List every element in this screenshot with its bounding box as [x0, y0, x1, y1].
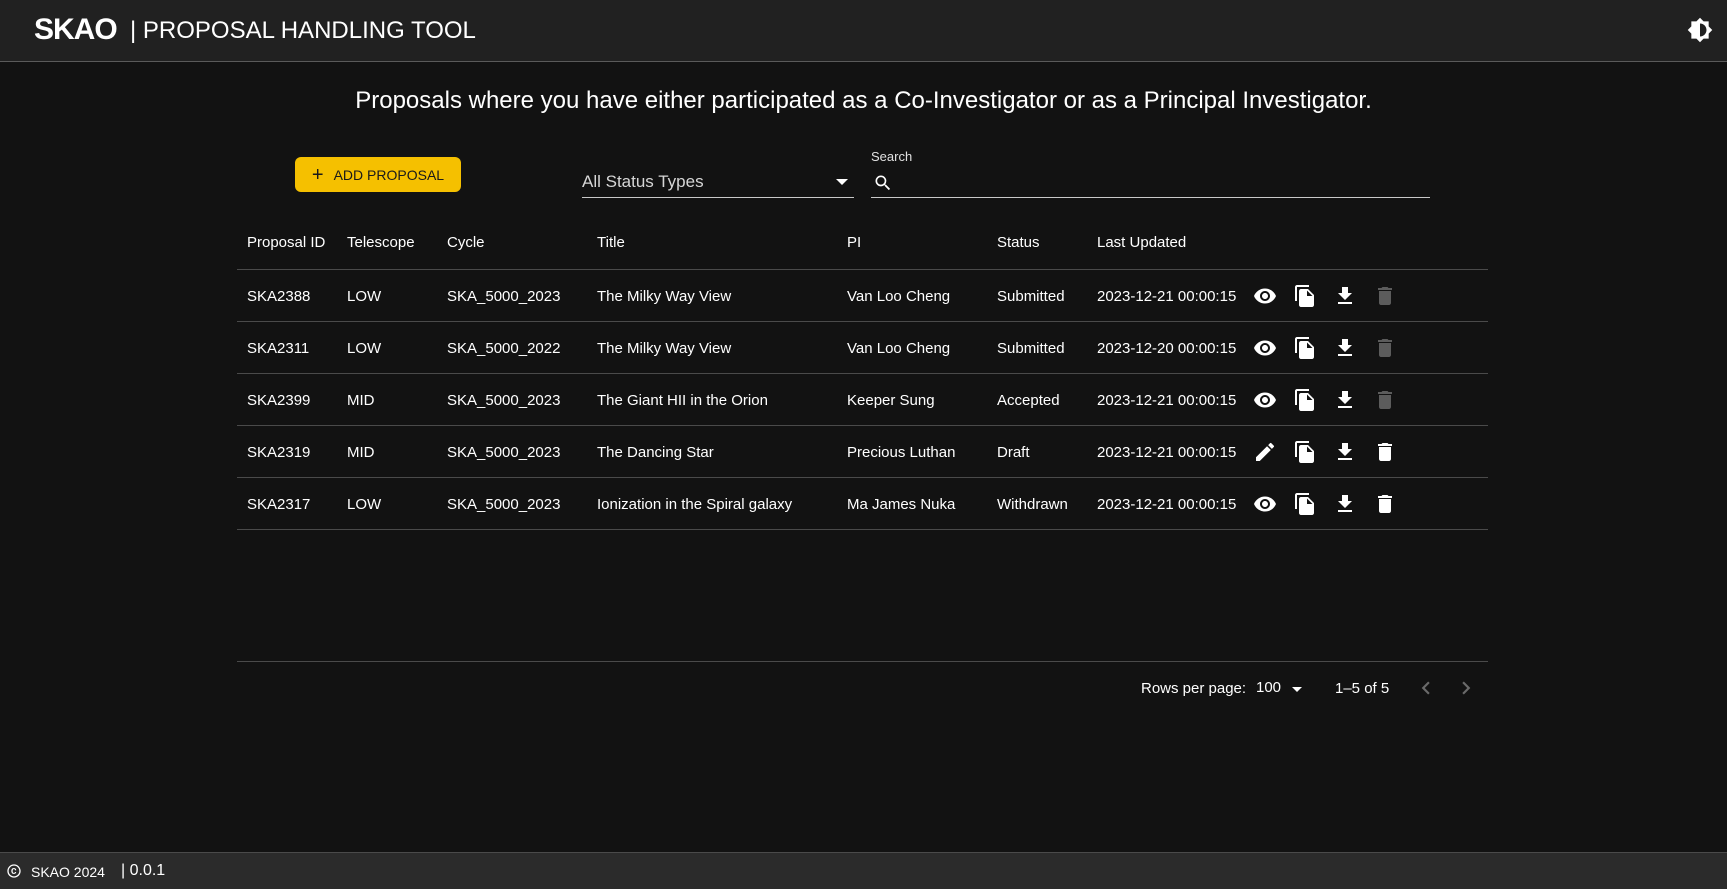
footer-version: | 0.0.1 [121, 862, 166, 879]
table-body: SKA2388 LOW SKA_5000_2023 The Milky Way Vie… [237, 270, 1488, 530]
cell-status: Draft [997, 444, 1030, 461]
skao-logo[interactable]: SKAO [34, 13, 118, 47]
rows-per-page-select[interactable]: 100 [1256, 678, 1302, 700]
delete-icon[interactable] [1373, 336, 1397, 360]
chevron-right-icon [1462, 681, 1471, 695]
cell-telescope: LOW [347, 288, 382, 305]
cell-last-updated: 2023-12-21 00:00:15 [1097, 392, 1237, 409]
cell-telescope: LOW [347, 496, 382, 513]
brightness-icon[interactable] [1687, 17, 1713, 43]
column-header-cycle[interactable]: Cycle [447, 234, 485, 251]
download-icon[interactable] [1333, 440, 1357, 464]
add-proposal-label: ADD PROPOSAL [333, 166, 445, 183]
cell-title: The Milky Way View [597, 288, 732, 305]
eye-icon[interactable] [1253, 336, 1277, 360]
cell-status: Submitted [997, 340, 1065, 357]
plus-icon: + [311, 163, 324, 186]
search-label: Search [871, 149, 913, 164]
next-page-button[interactable] [1453, 675, 1479, 701]
download-icon[interactable] [1333, 336, 1357, 360]
download-icon[interactable] [1333, 492, 1357, 516]
delete-icon[interactable] [1373, 440, 1397, 464]
cell-last-updated: 2023-12-21 00:00:15 [1097, 444, 1237, 461]
cell-cycle: SKA_5000_2023 [447, 392, 561, 409]
cell-proposal-id: SKA2311 [247, 340, 310, 357]
cell-title: The Dancing Star [597, 444, 714, 461]
proposals-table: Proposal ID Telescope Cycle Title PI Sta… [237, 215, 1488, 530]
copy-icon[interactable] [1293, 284, 1317, 308]
copyright-icon [6, 863, 22, 879]
cell-last-updated: 2023-12-21 00:00:15 [1097, 496, 1237, 513]
copy-icon[interactable] [1293, 492, 1317, 516]
app-footer: SKAO 2024 | 0.0.1 [0, 852, 1727, 889]
delete-icon[interactable] [1373, 284, 1397, 308]
cell-title: Ionization in the Spiral galaxy [597, 496, 793, 513]
cell-proposal-id: SKA2317 [247, 496, 311, 513]
cell-cycle: SKA_5000_2023 [447, 288, 561, 305]
status-filter-select[interactable]: All Status Types [582, 168, 854, 198]
cell-status: Withdrawn [997, 496, 1068, 513]
copy-icon[interactable] [1293, 388, 1317, 412]
column-header-telescope[interactable]: Telescope [347, 234, 415, 251]
cell-cycle: SKA_5000_2022 [447, 340, 561, 357]
cell-telescope: LOW [347, 340, 382, 357]
cell-proposal-id: SKA2399 [247, 392, 311, 409]
cell-pi: Van Loo Cheng [847, 340, 951, 357]
table-header: Proposal ID Telescope Cycle Title PI Sta… [237, 215, 1488, 270]
cell-pi: Ma James Nuka [847, 496, 956, 513]
cell-status: Accepted [997, 392, 1060, 409]
eye-icon[interactable] [1253, 284, 1277, 308]
add-proposal-button[interactable]: + ADD PROPOSAL [295, 157, 461, 192]
cell-title: The Giant HII in the Orion [597, 392, 768, 409]
table-row: SKA2399 MID SKA_5000_2023 The Giant HII in … [237, 374, 1488, 426]
table-row: SKA2311 LOW SKA_5000_2022 The Milky Way Vie… [237, 322, 1488, 374]
column-header-title[interactable]: Title [597, 234, 625, 251]
edit-icon[interactable] [1253, 440, 1277, 464]
rows-per-page-value: 100 [1256, 679, 1282, 696]
cell-proposal-id: SKA2388 [247, 288, 311, 305]
cell-telescope: MID [347, 444, 375, 461]
cell-last-updated: 2023-12-21 00:00:15 [1097, 288, 1237, 305]
status-filter-value: All Status Types [582, 172, 704, 191]
search-icon [873, 173, 893, 193]
column-header-proposal-id[interactable]: Proposal ID [247, 234, 325, 251]
copy-icon[interactable] [1293, 440, 1317, 464]
cell-telescope: MID [347, 392, 375, 409]
table-row: SKA2317 LOW SKA_5000_2023 Ionization in the… [237, 478, 1488, 530]
rows-per-page-label: Rows per page: [1141, 680, 1247, 697]
eye-icon[interactable] [1253, 388, 1277, 412]
previous-page-button[interactable] [1413, 675, 1439, 701]
caret-down-icon [1292, 687, 1302, 692]
download-icon[interactable] [1333, 388, 1357, 412]
column-header-last-updated[interactable]: Last Updated [1097, 234, 1186, 251]
delete-icon[interactable] [1373, 492, 1397, 516]
chevron-left-icon [1421, 681, 1430, 695]
caret-down-icon [836, 179, 848, 185]
cell-cycle: SKA_5000_2023 [447, 444, 561, 461]
cell-cycle: SKA_5000_2023 [447, 496, 561, 513]
cell-status: Submitted [997, 288, 1065, 305]
app-title: | PROPOSAL HANDLING TOOL [130, 17, 476, 44]
page-heading: Proposals where you have either particip… [355, 87, 1372, 114]
delete-icon[interactable] [1373, 388, 1397, 412]
cell-title: The Milky Way View [597, 340, 732, 357]
pagination-range: 1–5 of 5 [1335, 680, 1390, 697]
footer-copyright: SKAO 2024 [31, 864, 105, 880]
table-row: SKA2388 LOW SKA_5000_2023 The Milky Way Vie… [237, 270, 1488, 322]
app-header: SKAO | PROPOSAL HANDLING TOOL [0, 0, 1727, 62]
column-header-pi[interactable]: PI [847, 234, 861, 251]
download-icon[interactable] [1333, 284, 1357, 308]
column-header-status[interactable]: Status [997, 234, 1040, 251]
table-row: SKA2319 MID SKA_5000_2023 The Dancing Star P… [237, 426, 1488, 478]
table-divider [237, 661, 1488, 662]
cell-pi: Van Loo Cheng [847, 288, 951, 305]
search-field[interactable] [871, 168, 1430, 198]
search-input[interactable] [901, 170, 1421, 196]
cell-last-updated: 2023-12-20 00:00:15 [1097, 340, 1237, 357]
cell-pi: Precious Luthan [847, 444, 956, 461]
cell-pi: Keeper Sung [847, 392, 935, 409]
eye-icon[interactable] [1253, 492, 1277, 516]
cell-proposal-id: SKA2319 [247, 444, 311, 461]
copy-icon[interactable] [1293, 336, 1317, 360]
